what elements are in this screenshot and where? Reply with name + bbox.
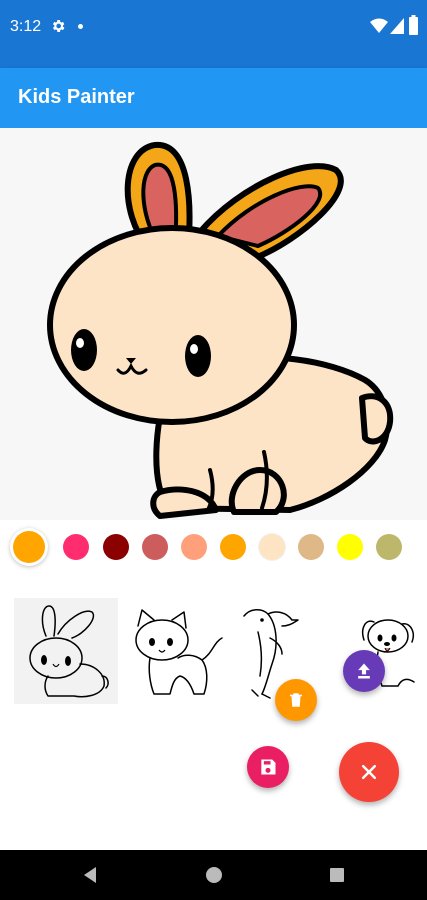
trash-icon [290,693,302,707]
upload-button[interactable] [343,650,385,692]
delete-button[interactable] [275,679,317,721]
upload-icon [358,663,370,679]
close-icon [361,764,377,780]
battery-icon [409,15,418,35]
status-time: 3:12 [10,18,42,35]
color-swatch[interactable] [13,531,45,563]
cell-signal-icon [390,18,404,34]
color-swatch[interactable] [337,534,363,560]
color-swatch[interactable] [259,534,285,560]
settings-gear-icon [52,20,65,32]
color-swatch[interactable] [142,534,168,560]
save-icon [261,759,276,775]
back-icon[interactable] [82,866,98,884]
color-swatch[interactable] [63,534,89,560]
color-swatch[interactable] [220,534,246,560]
kitten-outline-icon [135,609,223,695]
thumbnail-bunny[interactable] [14,598,118,704]
notification-dot-icon [78,24,83,29]
close-button[interactable] [339,742,399,802]
app-bar: Kids Painter [0,68,427,128]
color-swatch[interactable] [103,534,129,560]
bunny-coloring-picture[interactable] [0,128,427,520]
recents-icon[interactable] [329,867,345,883]
wifi-icon [370,18,388,33]
thumbnail-kitten[interactable] [126,598,230,704]
color-swatch[interactable] [376,534,402,560]
status-bar: 3:12 [0,0,427,68]
bunny-outline-icon [29,605,109,698]
color-swatch[interactable] [181,534,207,560]
app-title: Kids Painter [18,86,135,108]
navigation-bar [0,850,427,900]
save-button[interactable] [247,746,289,788]
home-icon[interactable] [205,866,223,884]
drawing-canvas[interactable] [0,128,427,520]
color-swatch[interactable] [298,534,324,560]
color-palette [0,524,427,572]
